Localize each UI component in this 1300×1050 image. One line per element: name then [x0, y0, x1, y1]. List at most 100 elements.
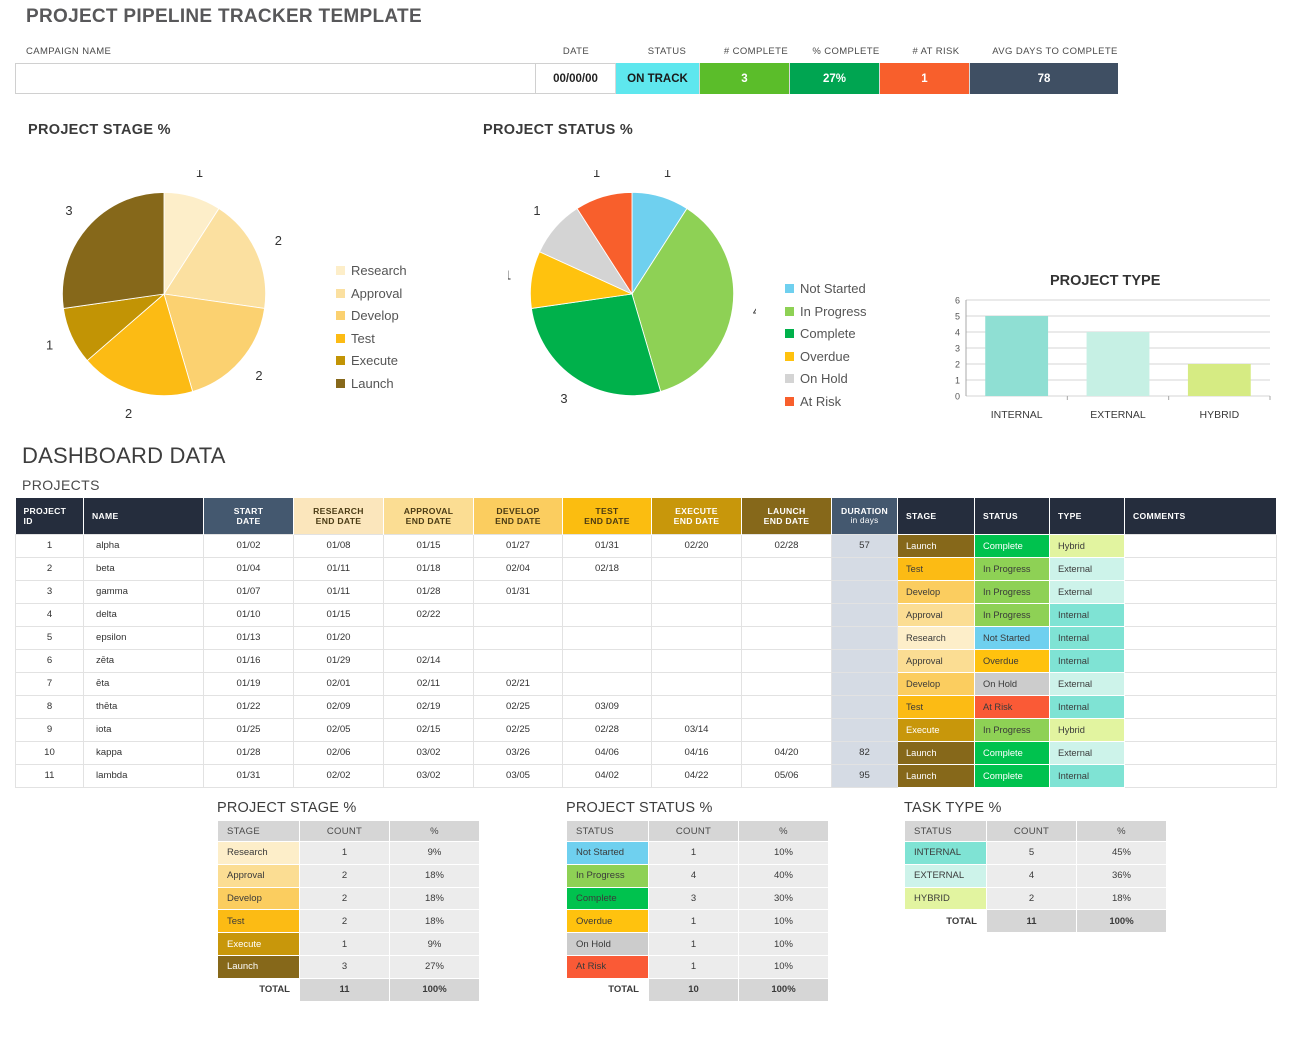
- cell-test[interactable]: 03/09: [562, 694, 652, 719]
- cell-name[interactable]: lambda: [83, 763, 204, 788]
- cell-type[interactable]: External: [1049, 740, 1125, 765]
- cell-approval[interactable]: 02/22: [383, 602, 474, 627]
- cell-launch[interactable]: [741, 717, 832, 742]
- cell-test[interactable]: [562, 602, 652, 627]
- cell-type[interactable]: External: [1049, 579, 1125, 604]
- cell-research[interactable]: 02/06: [293, 740, 384, 765]
- cell-launch[interactable]: [741, 671, 832, 696]
- cell-type[interactable]: External: [1049, 671, 1125, 696]
- cell-duration[interactable]: [831, 625, 898, 650]
- cell-develop[interactable]: [473, 648, 563, 673]
- cell-test[interactable]: 02/18: [562, 556, 652, 581]
- cell-approval[interactable]: 03/02: [383, 740, 474, 765]
- cell-duration[interactable]: [831, 648, 898, 673]
- table-row[interactable]: 2 beta 01/04 01/11 01/18 02/04 02/18 Test In Pro…: [15, 556, 1277, 581]
- cell-execute[interactable]: 02/20: [651, 533, 742, 558]
- cell-status[interactable]: In Progress: [974, 579, 1050, 604]
- cell-type[interactable]: Internal: [1049, 602, 1125, 627]
- table-row[interactable]: 4 delta 01/10 01/15 02/22 Approval In Progress…: [15, 602, 1277, 627]
- cell-approval[interactable]: 02/19: [383, 694, 474, 719]
- column-header-launch-end-date[interactable]: LAUNCH END DATE: [741, 498, 832, 534]
- cell-name[interactable]: alpha: [83, 533, 204, 558]
- cell-id[interactable]: 11: [15, 763, 84, 788]
- cell-name[interactable]: zēta: [83, 648, 204, 673]
- cell-approval[interactable]: 01/28: [383, 579, 474, 604]
- cell-duration[interactable]: 82: [831, 740, 898, 765]
- cell-test[interactable]: [562, 671, 652, 696]
- cell-develop[interactable]: [473, 625, 563, 650]
- cell-execute[interactable]: [651, 556, 742, 581]
- cell-launch[interactable]: 05/06: [741, 763, 832, 788]
- cell-research[interactable]: 02/02: [293, 763, 384, 788]
- cell-launch[interactable]: [741, 694, 832, 719]
- cell-research[interactable]: 02/09: [293, 694, 384, 719]
- column-header-approval-end-date[interactable]: APPROVAL END DATE: [383, 498, 474, 534]
- cell-approval[interactable]: 01/18: [383, 556, 474, 581]
- cell-duration[interactable]: [831, 579, 898, 604]
- cell-comments[interactable]: [1124, 533, 1277, 558]
- cell-execute[interactable]: [651, 579, 742, 604]
- cell-duration[interactable]: [831, 556, 898, 581]
- cell-research[interactable]: 02/01: [293, 671, 384, 696]
- cell-type[interactable]: Hybrid: [1049, 717, 1125, 742]
- cell-comments[interactable]: [1124, 648, 1277, 673]
- cell-status[interactable]: In Progress: [974, 556, 1050, 581]
- cell-stage[interactable]: Research: [897, 625, 975, 650]
- cell-id[interactable]: 5: [15, 625, 84, 650]
- cell-develop[interactable]: 02/21: [473, 671, 563, 696]
- cell-develop[interactable]: 02/25: [473, 694, 563, 719]
- cell-launch[interactable]: [741, 648, 832, 673]
- cell-comments[interactable]: [1124, 740, 1277, 765]
- cell-name[interactable]: kappa: [83, 740, 204, 765]
- cell-type[interactable]: External: [1049, 556, 1125, 581]
- cell-comments[interactable]: [1124, 556, 1277, 581]
- cell-start[interactable]: 01/16: [203, 648, 294, 673]
- cell-execute[interactable]: [651, 625, 742, 650]
- cell-duration[interactable]: [831, 717, 898, 742]
- column-header-type[interactable]: TYPE: [1049, 498, 1125, 534]
- cell-status[interactable]: Not Started: [974, 625, 1050, 650]
- cell-status[interactable]: Overdue: [974, 648, 1050, 673]
- cell-stage[interactable]: Test: [897, 694, 975, 719]
- cell-status[interactable]: Complete: [974, 533, 1050, 558]
- cell-research[interactable]: 01/08: [293, 533, 384, 558]
- cell-stage[interactable]: Launch: [897, 533, 975, 558]
- cell-stage[interactable]: Execute: [897, 717, 975, 742]
- cell-test[interactable]: 04/02: [562, 763, 652, 788]
- cell-approval[interactable]: 03/02: [383, 763, 474, 788]
- cell-test[interactable]: [562, 625, 652, 650]
- campaign-name-input[interactable]: [15, 63, 536, 94]
- cell-execute[interactable]: 04/16: [651, 740, 742, 765]
- table-row[interactable]: 9 iota 01/25 02/05 02/15 02/25 02/28 03/14 Execu…: [15, 717, 1277, 742]
- cell-stage[interactable]: Test: [897, 556, 975, 581]
- table-row[interactable]: 6 zēta 01/16 01/29 02/14 Approval Overdue Inter…: [15, 648, 1277, 673]
- cell-duration[interactable]: [831, 602, 898, 627]
- cell-start[interactable]: 01/07: [203, 579, 294, 604]
- cell-type[interactable]: Internal: [1049, 625, 1125, 650]
- cell-duration[interactable]: [831, 694, 898, 719]
- cell-start[interactable]: 01/31: [203, 763, 294, 788]
- cell-comments[interactable]: [1124, 602, 1277, 627]
- cell-research[interactable]: 01/29: [293, 648, 384, 673]
- cell-stage[interactable]: Develop: [897, 671, 975, 696]
- cell-id[interactable]: 1: [15, 533, 84, 558]
- cell-comments[interactable]: [1124, 671, 1277, 696]
- cell-name[interactable]: thēta: [83, 694, 204, 719]
- cell-develop[interactable]: 03/05: [473, 763, 563, 788]
- cell-execute[interactable]: [651, 602, 742, 627]
- cell-execute[interactable]: [651, 694, 742, 719]
- column-header-test-end-date[interactable]: TEST END DATE: [562, 498, 652, 534]
- cell-comments[interactable]: [1124, 579, 1277, 604]
- cell-id[interactable]: 10: [15, 740, 84, 765]
- cell-stage[interactable]: Develop: [897, 579, 975, 604]
- cell-start[interactable]: 01/04: [203, 556, 294, 581]
- cell-launch[interactable]: [741, 602, 832, 627]
- cell-stage[interactable]: Launch: [897, 740, 975, 765]
- cell-test[interactable]: 04/06: [562, 740, 652, 765]
- cell-start[interactable]: 01/25: [203, 717, 294, 742]
- table-row[interactable]: 5 epsilon 01/13 01/20 Research Not Started Int…: [15, 625, 1277, 650]
- cell-comments[interactable]: [1124, 625, 1277, 650]
- cell-stage[interactable]: Approval: [897, 602, 975, 627]
- cell-approval[interactable]: 02/14: [383, 648, 474, 673]
- cell-status[interactable]: Complete: [974, 740, 1050, 765]
